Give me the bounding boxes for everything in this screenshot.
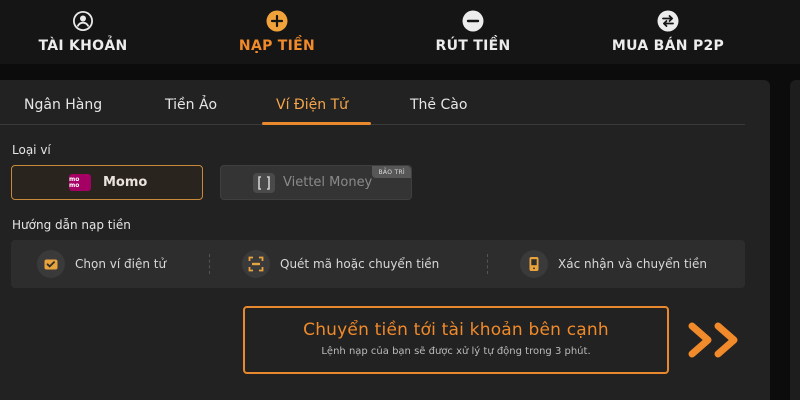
tab-crypto[interactable]: Tiền Ảo xyxy=(165,97,217,113)
wallet-name-viettel-money: Viettel Money xyxy=(283,175,373,190)
wallet-name-momo: Momo xyxy=(103,175,148,190)
guide-step-2-text: Quét mã hoặc chuyển tiền xyxy=(280,257,440,271)
scan-icon xyxy=(242,250,270,278)
guide-step-3-text: Xác nhận và chuyển tiền xyxy=(558,257,707,271)
user-icon xyxy=(72,10,94,32)
wallet-check-icon xyxy=(37,250,65,278)
nav-label-withdraw: RÚT TIỀN xyxy=(435,38,511,54)
tab-card[interactable]: Thẻ Cào xyxy=(410,97,467,113)
nav-label-account: TÀI KHOẢN xyxy=(38,38,128,54)
wallet-type-label: Loại ví xyxy=(12,143,51,157)
deposit-method-tabs: Ngân Hàng Tiền Ảo Ví Điện Tử Thẻ Cào xyxy=(0,80,745,125)
exchange-icon xyxy=(657,10,679,32)
nav-item-deposit[interactable]: NẠP TIỀN xyxy=(232,0,322,64)
guide-step-1-text: Chọn ví điện tử xyxy=(75,257,167,271)
side-panel-edge xyxy=(790,80,800,400)
tab-bank[interactable]: Ngân Hàng xyxy=(24,97,102,113)
cta-subtitle: Lệnh nạp của bạn sẽ được xử lý tự động t… xyxy=(321,346,591,357)
nav-label-p2p: MUA BÁN P2P xyxy=(611,38,725,54)
nav-item-account[interactable]: TÀI KHOẢN xyxy=(30,0,136,64)
deposit-guide-label: Hướng dẫn nạp tiền xyxy=(12,218,131,232)
deposit-panel: Ngân Hàng Tiền Ảo Ví Điện Tử Thẻ Cào Loạ… xyxy=(0,80,770,400)
momo-logo: mo mo xyxy=(69,174,91,191)
double-chevron-right-icon xyxy=(686,321,746,359)
phone-confirm-icon xyxy=(520,250,548,278)
guide-step-1: Chọn ví điện tử xyxy=(37,240,166,288)
transfer-cta-box: Chuyển tiền tới tài khoản bên cạnh Lệnh … xyxy=(243,306,669,374)
deposit-guide-steps: Chọn ví điện tử Quét mã hoặc chuyển tiền… xyxy=(11,240,745,288)
tab-e-wallet[interactable]: Ví Điện Tử xyxy=(276,97,348,113)
wallet-option-viettel-money[interactable]: Viettel Money BẢO TRÌ xyxy=(220,165,412,200)
guide-step-2: Quét mã hoặc chuyển tiền xyxy=(242,240,439,288)
top-navigation: TÀI KHOẢN NẠP TIỀN RÚT TIỀN MUA BÁN P2P xyxy=(0,0,800,64)
minus-icon xyxy=(462,10,484,32)
active-tab-indicator xyxy=(262,122,371,125)
maintenance-badge: BẢO TRÌ xyxy=(372,166,411,178)
guide-step-3: Xác nhận và chuyển tiền xyxy=(520,240,707,288)
cta-title: Chuyển tiền tới tài khoản bên cạnh xyxy=(303,320,609,340)
step-divider xyxy=(209,254,210,274)
step-divider xyxy=(487,254,488,274)
nav-item-p2p[interactable]: MUA BÁN P2P xyxy=(606,0,730,64)
viettel-money-icon xyxy=(253,172,275,193)
plus-icon xyxy=(266,10,288,32)
nav-label-deposit: NẠP TIỀN xyxy=(238,38,316,54)
wallet-option-momo[interactable]: mo mo Momo xyxy=(11,165,203,200)
nav-item-withdraw[interactable]: RÚT TIỀN xyxy=(430,0,516,64)
